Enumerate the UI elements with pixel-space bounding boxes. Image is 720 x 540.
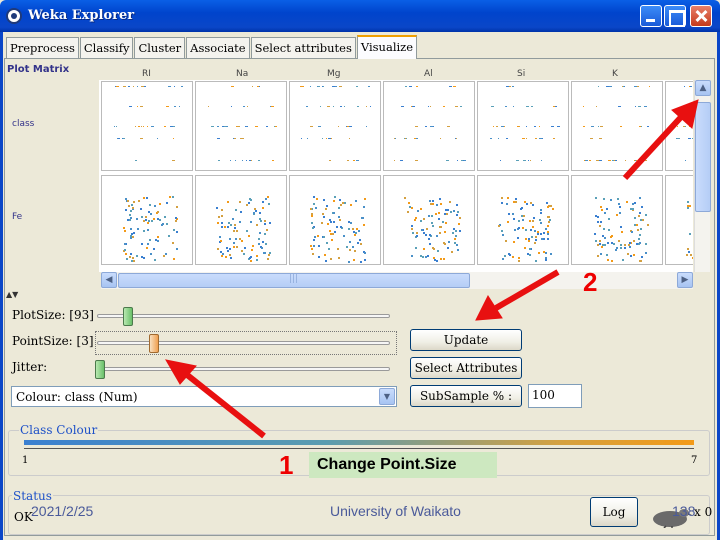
class-colour-legend: Class Colour xyxy=(19,423,99,437)
scatter-cell[interactable] xyxy=(571,81,663,171)
title-bar[interactable]: Weka Explorer xyxy=(0,0,720,32)
row-label-class: class xyxy=(12,119,35,129)
scatter-cell[interactable] xyxy=(383,81,475,171)
maximize-button[interactable] xyxy=(664,5,686,27)
tab-associate[interactable]: Associate xyxy=(186,37,250,58)
jitter-slider-thumb[interactable] xyxy=(95,360,105,379)
scatter-cell[interactable] xyxy=(195,81,287,171)
slide-institution: University of Waikato xyxy=(330,503,461,519)
tab-select-attributes[interactable]: Select attributes xyxy=(250,37,356,58)
scatter-cell[interactable] xyxy=(383,175,475,265)
scatter-cell[interactable] xyxy=(101,175,193,265)
point-size-label: PointSize: [3] xyxy=(12,334,94,348)
horizontal-scroll-thumb[interactable] xyxy=(118,273,470,288)
scatter-cell[interactable] xyxy=(101,81,193,171)
log-button[interactable]: Log xyxy=(590,497,638,527)
scroll-left-button[interactable]: ◀ xyxy=(101,272,117,288)
plot-matrix-title: Plot Matrix xyxy=(7,64,70,75)
column-label-mg: Mg xyxy=(327,69,341,79)
scatter-cell[interactable] xyxy=(195,175,287,265)
chevron-down-icon[interactable]: ▼ xyxy=(379,388,395,405)
column-label-k: K xyxy=(612,69,618,79)
subsample-button[interactable]: SubSample % : xyxy=(410,385,522,407)
slide-date: 2021/2/25 xyxy=(31,503,94,519)
split-pane-divider-icon[interactable]: ▲▼ xyxy=(6,290,18,299)
colour-select-value: Colour: class (Num) xyxy=(16,390,138,404)
window-frame-left xyxy=(0,32,3,540)
minimize-button[interactable] xyxy=(640,5,662,27)
plot-size-slider-track[interactable] xyxy=(97,314,390,318)
close-button[interactable] xyxy=(690,5,712,27)
horizontal-scrollbar[interactable]: ◀ ▶ xyxy=(101,272,693,289)
plot-matrix-grid[interactable] xyxy=(99,80,693,272)
scroll-right-button[interactable]: ▶ xyxy=(677,272,693,288)
slide-page-number: 138 xyxy=(672,503,696,519)
class-colour-min: 1 xyxy=(22,455,29,466)
annotation-label-2: 2 xyxy=(583,267,598,297)
annotation-label-1: 1 xyxy=(279,450,294,480)
main-tabs: Preprocess Classify Cluster Associate Se… xyxy=(6,35,418,59)
tab-preprocess[interactable]: Preprocess xyxy=(6,37,79,58)
jitter-slider-track[interactable] xyxy=(97,367,390,371)
class-colour-gradient xyxy=(24,440,694,445)
plot-size-label: PlotSize: [93] xyxy=(12,308,94,322)
scatter-cell[interactable] xyxy=(665,81,693,171)
column-label-al: Al xyxy=(424,69,433,79)
window-title: Weka Explorer xyxy=(28,8,135,23)
select-attributes-button[interactable]: Select Attributes xyxy=(410,357,522,379)
tab-cluster[interactable]: Cluster xyxy=(134,37,186,58)
status-count: x 0 xyxy=(694,505,713,519)
weka-app-icon xyxy=(6,8,22,24)
row-label-fe: Fe xyxy=(12,212,23,222)
colour-select[interactable]: Colour: class (Num) ▼ xyxy=(11,386,397,407)
slide-caption: Change Point.Size xyxy=(309,452,497,478)
update-button[interactable]: Update xyxy=(410,329,522,351)
column-label-si: Si xyxy=(517,69,526,79)
scatter-cell[interactable] xyxy=(665,175,693,265)
subsample-percent-input[interactable]: 100 xyxy=(528,384,582,408)
plot-size-slider-thumb[interactable] xyxy=(123,307,133,326)
point-size-slider-thumb[interactable] xyxy=(149,334,159,353)
scatter-cell[interactable] xyxy=(571,175,663,265)
scroll-up-button[interactable]: ▲ xyxy=(695,80,711,96)
column-label-ri: RI xyxy=(142,69,151,79)
class-colour-axis xyxy=(24,448,694,449)
point-size-slider-track[interactable] xyxy=(97,341,390,345)
scatter-cell[interactable] xyxy=(477,175,569,265)
scatter-cell[interactable] xyxy=(289,81,381,171)
scatter-cell[interactable] xyxy=(477,81,569,171)
jitter-label: Jitter: xyxy=(12,360,48,374)
status-legend: Status xyxy=(12,489,53,503)
column-label-na: Na xyxy=(236,69,249,79)
class-colour-max: 7 xyxy=(691,455,698,466)
vertical-scroll-thumb[interactable] xyxy=(695,102,711,212)
status-text: OK xyxy=(14,510,33,524)
scatter-cell[interactable] xyxy=(289,175,381,265)
tab-classify[interactable]: Classify xyxy=(79,37,134,58)
vertical-scrollbar[interactable]: ▲ xyxy=(694,80,711,272)
tab-visualize[interactable]: Visualize xyxy=(356,35,418,59)
